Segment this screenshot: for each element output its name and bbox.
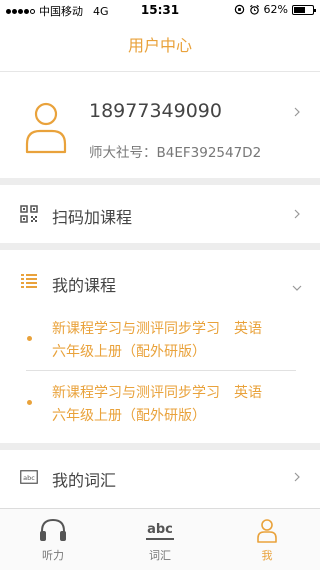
bullet-dot-icon [27, 336, 32, 341]
section-divider [0, 243, 320, 250]
member-id-line: 师大社号：B4EF392547D2 [89, 141, 261, 161]
course-title-line2: 六年级上册（配外研版） [52, 344, 206, 360]
status-bar: 中国移动 4G 15:31 62% [0, 0, 320, 20]
section-divider [0, 178, 320, 185]
course-title-line2: 六年级上册（配外研版） [52, 408, 206, 424]
bottom-tab-bar: 听力 abc 词汇 我 [0, 508, 320, 570]
battery-icon [292, 4, 316, 15]
page-title: 用户中心 [0, 20, 320, 72]
course-separator [26, 370, 296, 371]
orientation-lock-icon [234, 4, 244, 15]
abc-vocab-icon: abc [146, 522, 174, 540]
headphones-icon [40, 518, 66, 541]
chevron-down-icon [292, 285, 302, 291]
chevron-right-icon [294, 107, 300, 117]
my-courses-row[interactable]: 我的课程 [0, 250, 320, 310]
abc-vocab-text: abc [147, 522, 173, 537]
tab-vocabulary[interactable]: abc 词汇 [107, 509, 213, 570]
course-list-icon [21, 274, 37, 288]
member-id-label: 师大社号： [89, 145, 157, 161]
battery-fill [294, 6, 306, 13]
course-item[interactable]: 新课程学习与测评同步学习 英语 六年级上册（配外研版） [0, 312, 320, 370]
status-right: 62% [234, 3, 316, 16]
course-title-line1: 新课程学习与测评同步学习 英语 [52, 385, 262, 401]
profile-card[interactable]: 18977349090 师大社号：B4EF392547D2 [0, 72, 320, 178]
abc-box-text: abc [23, 474, 35, 482]
course-item[interactable]: 新课程学习与测评同步学习 英语 六年级上册（配外研版） [0, 374, 320, 434]
scan-add-course-row[interactable]: 扫码加课程 [0, 185, 320, 243]
user-icon [257, 519, 277, 543]
tab-me-label: 我 [261, 549, 273, 562]
chevron-right-icon [294, 209, 300, 219]
qr-code-icon [20, 205, 38, 223]
tab-listening[interactable]: 听力 [0, 509, 106, 570]
my-vocab-row[interactable]: abc 我的词汇 [0, 450, 320, 508]
course-title-line1: 新课程学习与测评同步学习 英语 [52, 321, 262, 337]
alarm-icon [249, 4, 259, 15]
section-divider [0, 443, 320, 450]
chevron-right-icon [294, 472, 300, 482]
member-id-value: B4EF392547D2 [156, 145, 262, 161]
tab-vocabulary-label: 词汇 [149, 549, 171, 562]
user-avatar-icon [25, 102, 67, 154]
my-courses-label: 我的课程 [52, 276, 117, 295]
scan-add-course-label: 扫码加课程 [52, 208, 133, 227]
user-phone: 18977349090 [89, 100, 222, 122]
bullet-dot-icon [27, 400, 32, 405]
tab-me[interactable]: 我 [214, 509, 320, 570]
tab-listening-label: 听力 [42, 549, 64, 562]
battery-percent: 62% [263, 3, 288, 16]
my-vocab-label: 我的词汇 [52, 471, 117, 490]
abc-box-icon: abc [20, 470, 38, 484]
